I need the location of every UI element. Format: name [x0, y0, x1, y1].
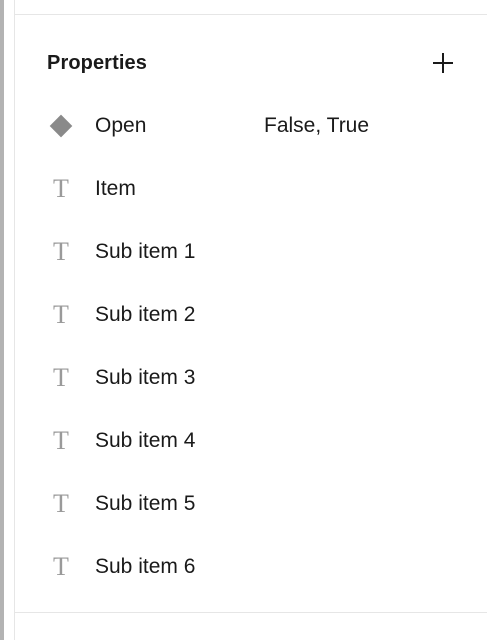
property-label: Sub item 6	[95, 554, 196, 578]
property-row-sub-item-4[interactable]: T Sub item 4	[47, 409, 467, 472]
variant-diamond-icon	[47, 112, 75, 140]
property-list: Open False, True T Item T Sub item 1 T S…	[47, 94, 467, 598]
panel-edge	[0, 0, 4, 640]
property-label: Sub item 3	[95, 365, 196, 389]
text-icon: T	[53, 236, 69, 266]
add-property-button[interactable]	[429, 49, 457, 77]
property-label: Sub item 5	[95, 491, 196, 515]
text-icon: T	[53, 362, 69, 392]
property-label: Sub item 1	[95, 239, 196, 263]
property-row-sub-item-5[interactable]: T Sub item 5	[47, 472, 467, 535]
properties-header: Properties	[47, 47, 467, 79]
properties-title: Properties	[47, 51, 147, 74]
section-divider-top	[15, 14, 487, 15]
property-row-open[interactable]: Open False, True	[47, 94, 467, 157]
text-icon: T	[53, 173, 69, 203]
property-label: Open	[95, 113, 147, 137]
property-row-item[interactable]: T Item	[47, 157, 467, 220]
properties-panel: Properties Open False, True T Item T Sub…	[0, 0, 487, 640]
property-row-sub-item-3[interactable]: T Sub item 3	[47, 346, 467, 409]
text-icon: T	[53, 488, 69, 518]
property-row-sub-item-6[interactable]: T Sub item 6	[47, 535, 467, 598]
property-row-sub-item-2[interactable]: T Sub item 2	[47, 283, 467, 346]
text-icon: T	[53, 551, 69, 581]
section-divider-bottom	[15, 612, 487, 613]
property-label: Sub item 4	[95, 428, 196, 452]
text-icon: T	[53, 299, 69, 329]
property-value: False, True	[264, 113, 370, 137]
text-icon: T	[53, 425, 69, 455]
panel-border	[14, 0, 15, 640]
property-label: Sub item 2	[95, 302, 196, 326]
property-label: Item	[95, 176, 136, 200]
property-row-sub-item-1[interactable]: T Sub item 1	[47, 220, 467, 283]
